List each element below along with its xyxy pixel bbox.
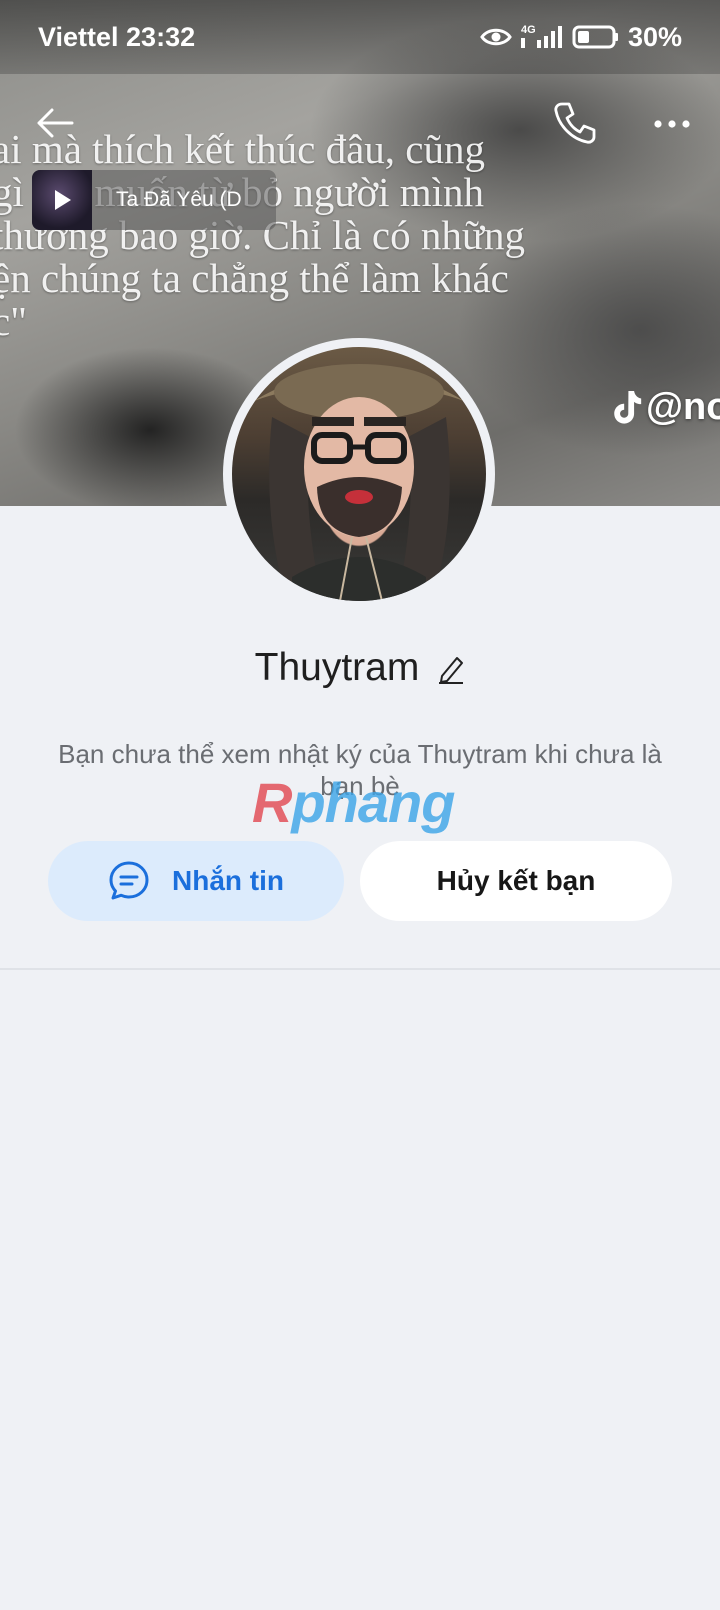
avatar-photo (232, 347, 486, 601)
chat-bubble-icon (109, 861, 149, 900)
tiktok-handle: @no (646, 386, 720, 428)
avatar[interactable] (223, 338, 495, 610)
music-title: Ta Đã Yêu (D (116, 188, 242, 211)
profile-name: Thuytram (254, 646, 420, 689)
play-icon[interactable] (51, 188, 73, 212)
profile-music-player[interactable]: Ta Đã Yêu (D (32, 170, 276, 230)
status-bar: Viettel 23:32 4G 30% (0, 0, 720, 74)
cover-quote-text: ai mà thích kết thúc đâu, cũnggì vai muố… (0, 126, 526, 344)
battery-icon (572, 25, 618, 49)
tiktok-icon (614, 390, 642, 424)
status-icons: 4G 30% (480, 22, 682, 53)
unfriend-button-label: Hủy kết bạn (436, 865, 596, 896)
unfriend-button[interactable]: Hủy kết bạn (360, 841, 672, 921)
section-divider (0, 968, 720, 970)
back-arrow-icon[interactable] (34, 102, 76, 144)
svg-text:4G: 4G (521, 24, 536, 36)
phone-icon[interactable] (552, 100, 598, 146)
message-button-label: Nhắn tin (172, 865, 284, 896)
signal-4g-icon: 4G (520, 24, 562, 48)
message-button[interactable]: Nhắn tin (48, 841, 344, 921)
carrier-time: Viettel 23:32 (38, 21, 196, 52)
music-album-art (32, 170, 92, 230)
edit-pencil-icon[interactable] (437, 654, 465, 684)
tiktok-watermark: @no (610, 386, 720, 429)
eye-icon (480, 28, 512, 46)
avatar-illustration (252, 364, 466, 601)
top-nav (0, 88, 720, 158)
profile-name-row: Thuytram (0, 640, 720, 696)
rphang-watermark: Rphang (252, 771, 455, 834)
battery-percent: 30% (627, 21, 682, 52)
more-options-icon[interactable] (650, 106, 694, 142)
